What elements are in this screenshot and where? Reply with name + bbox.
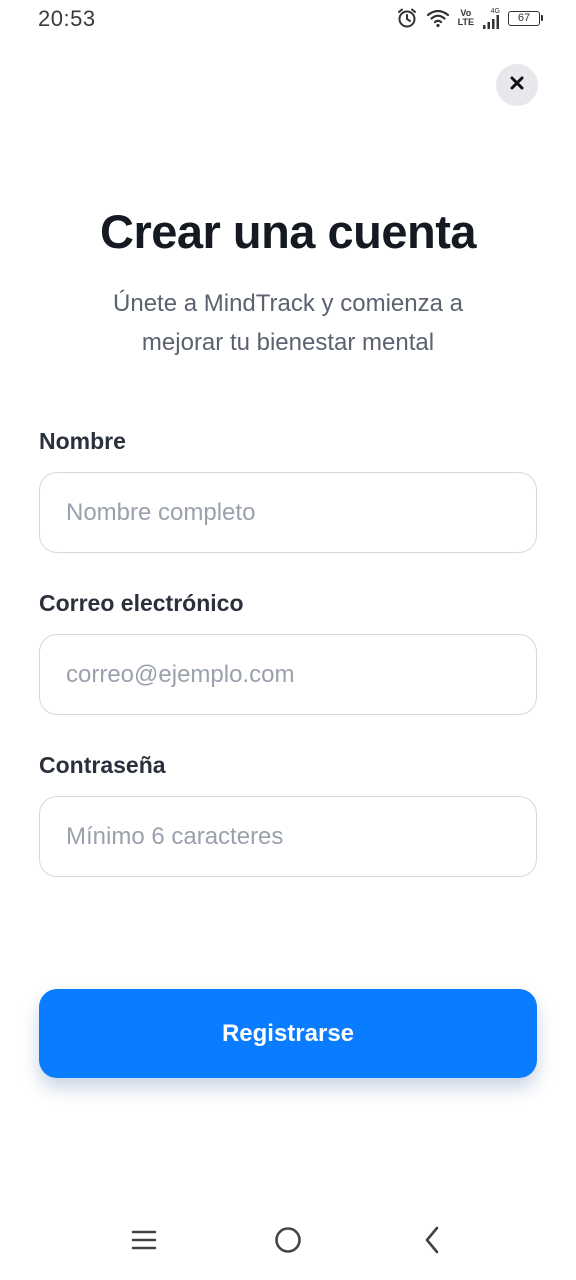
- volte-indicator: Vo LTE: [458, 9, 474, 27]
- volte-bottom-text: LTE: [457, 17, 474, 27]
- wifi-icon: [426, 8, 450, 28]
- signal-indicator: 4G: [482, 8, 500, 29]
- page-subtitle: Únete a MindTrack y comienza a mejorar t…: [113, 290, 463, 356]
- name-input[interactable]: [39, 472, 537, 553]
- status-bar: 20:53 Vo LTE 4G 67: [0, 0, 576, 40]
- menu-button[interactable]: [114, 1212, 174, 1272]
- close-button[interactable]: [496, 64, 538, 106]
- system-nav-bar: [0, 1212, 576, 1272]
- register-button[interactable]: Registrarse: [39, 989, 537, 1078]
- password-label: Contraseña: [39, 752, 166, 778]
- home-icon: [274, 1226, 302, 1259]
- page-title: Crear una cuenta: [100, 205, 476, 258]
- back-button[interactable]: [402, 1212, 462, 1272]
- home-button[interactable]: [258, 1212, 318, 1272]
- email-label: Correo electrónico: [39, 590, 244, 616]
- email-input[interactable]: [39, 634, 537, 715]
- screen: 20:53 Vo LTE 4G 67 Crear una cuenta Únet…: [0, 0, 576, 1280]
- name-label: Nombre: [39, 428, 126, 454]
- password-input[interactable]: [39, 796, 537, 877]
- menu-icon: [131, 1229, 157, 1256]
- status-time: 20:53: [38, 6, 96, 31]
- back-icon: [423, 1226, 441, 1259]
- battery-icon: 67: [508, 10, 543, 26]
- close-icon: [510, 76, 524, 95]
- signal-icon: [482, 14, 500, 29]
- status-icons: Vo LTE 4G 67: [396, 7, 543, 29]
- alarm-icon: [396, 7, 418, 29]
- network-gen-text: 4G: [490, 7, 500, 15]
- battery-level: 67: [517, 11, 531, 24]
